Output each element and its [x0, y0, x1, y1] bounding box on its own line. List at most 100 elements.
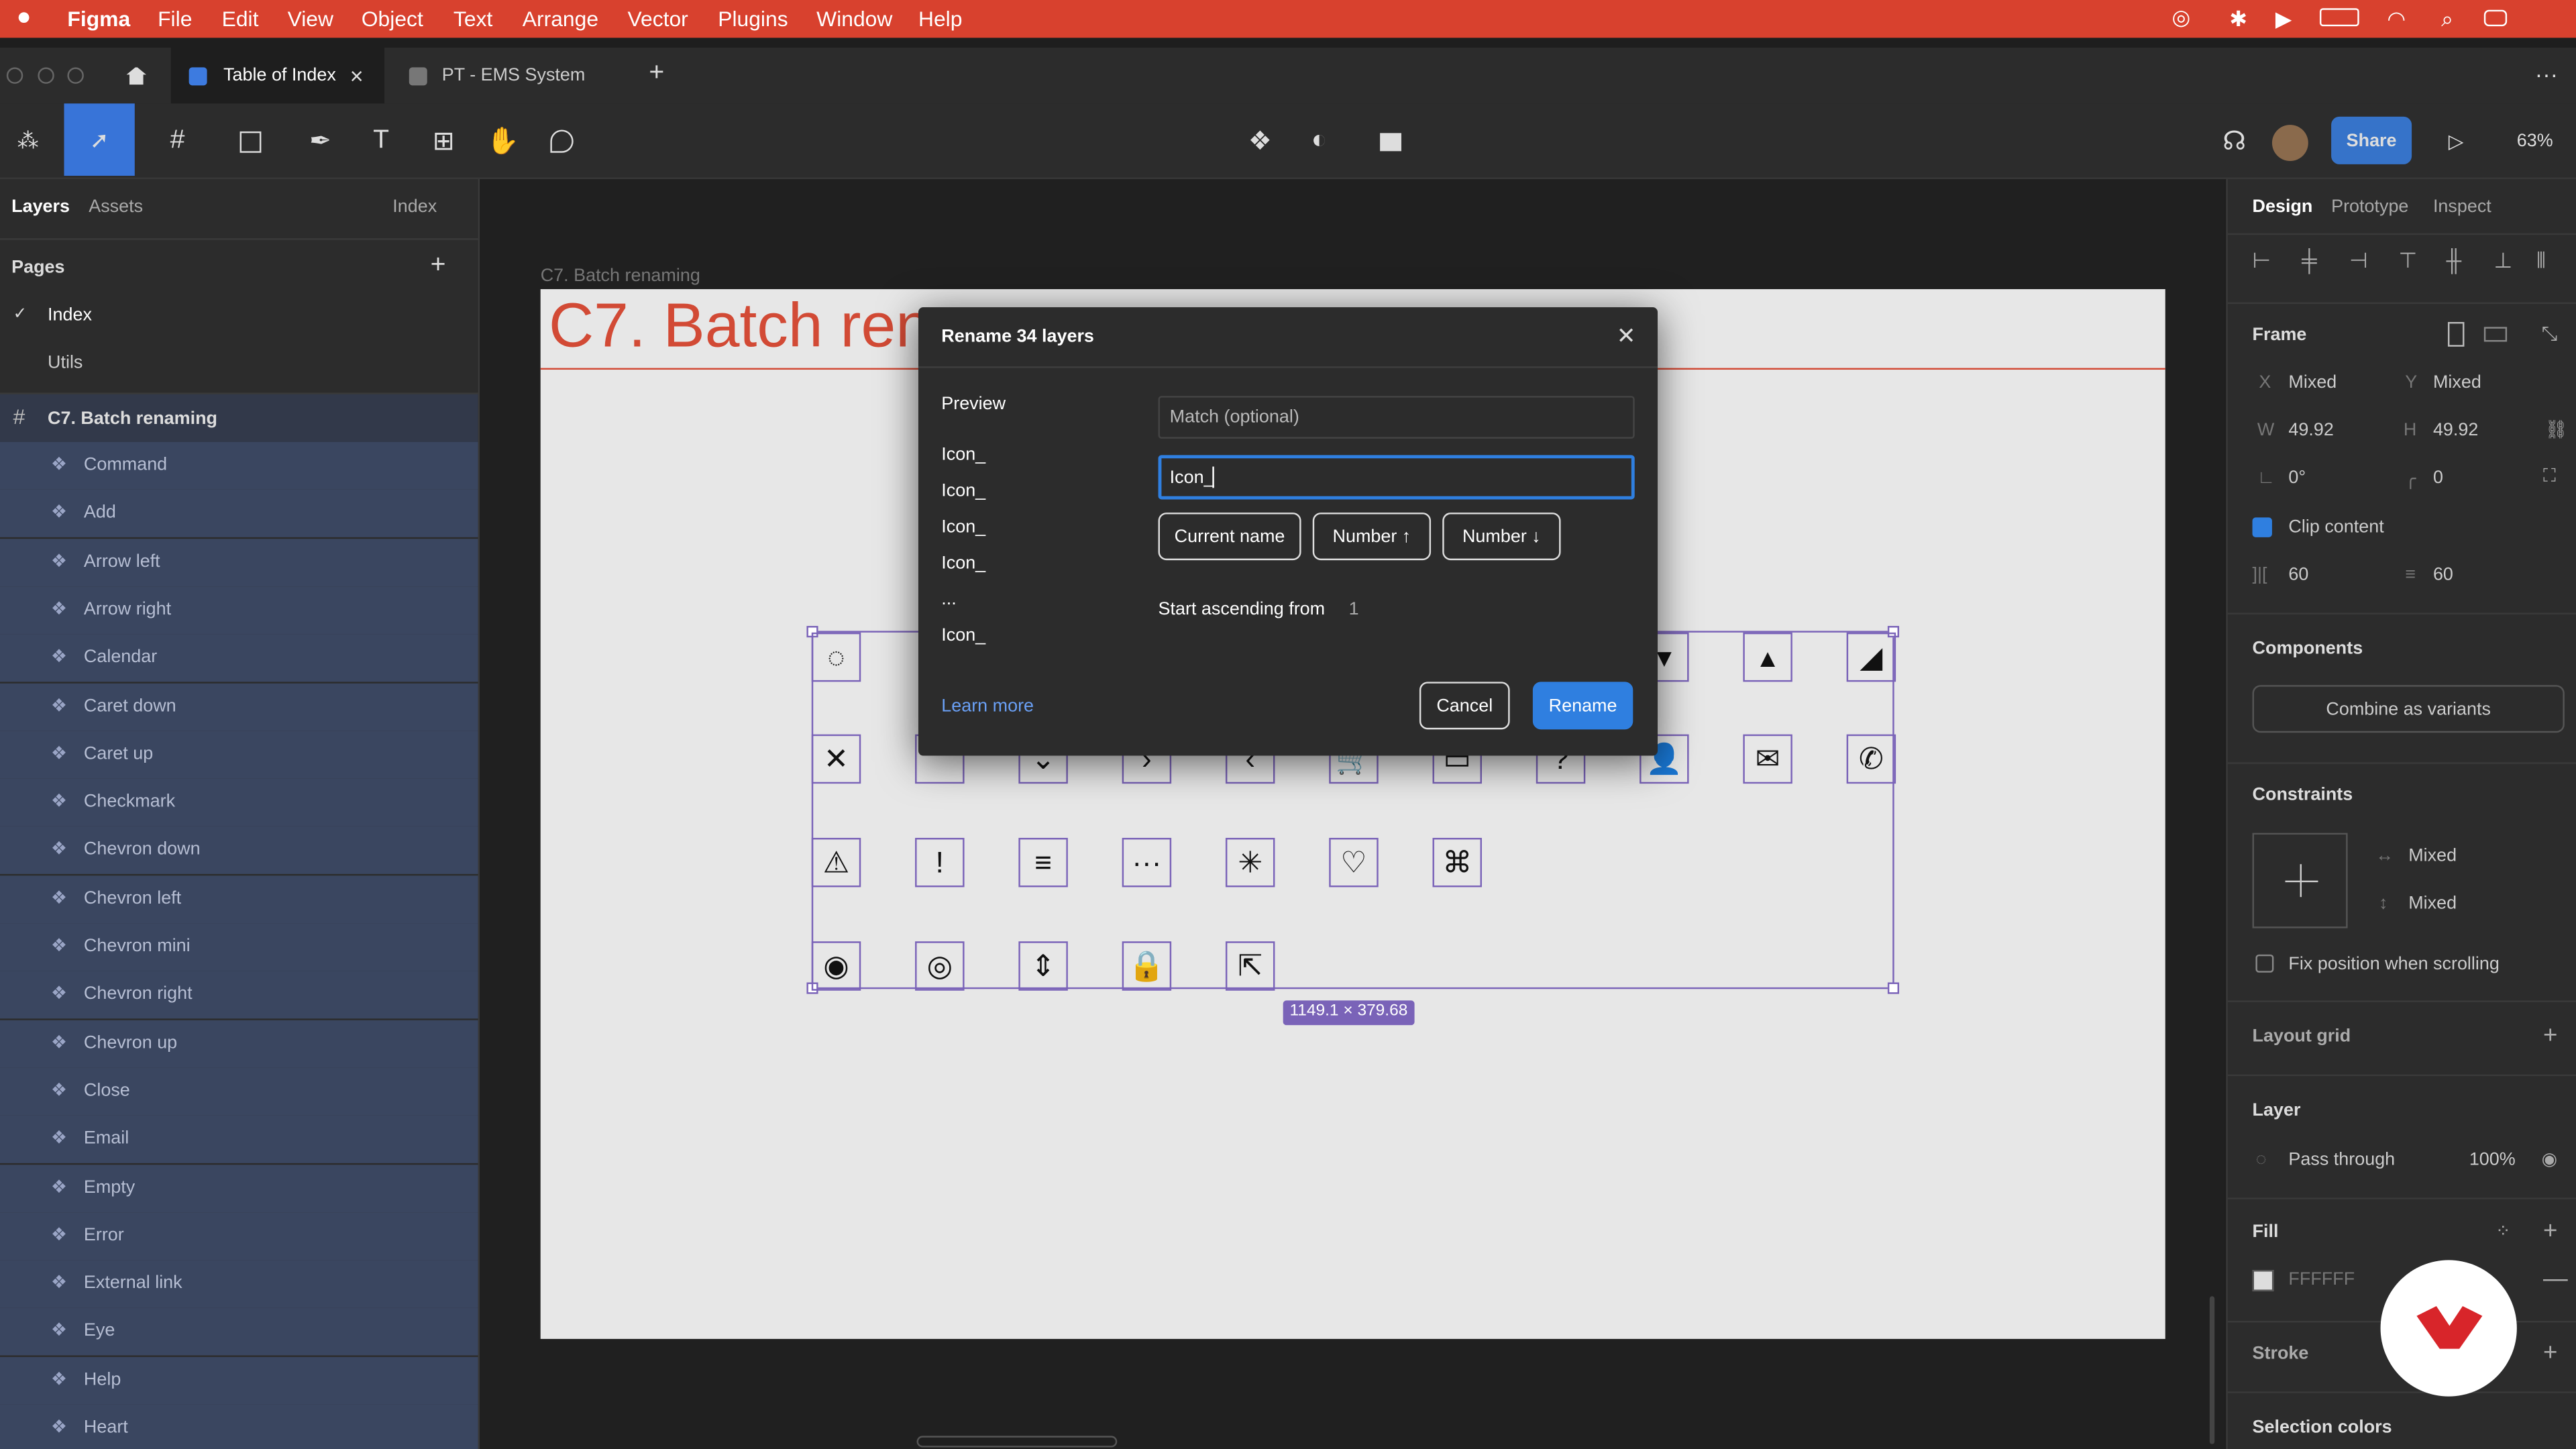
menu-help[interactable]: Help	[918, 7, 963, 32]
icon-component[interactable]: ✉	[1743, 734, 1792, 784]
menu-object[interactable]: Object	[362, 7, 423, 32]
align-left-icon[interactable]: ⊢	[2253, 248, 2271, 274]
rename-input[interactable]: Icon_	[1158, 455, 1635, 500]
page-item-index[interactable]: ✓ Index	[0, 296, 478, 335]
icon-component[interactable]: ◢	[1846, 632, 1896, 682]
fill-swatch[interactable]	[2252, 1270, 2274, 1291]
selection-handle[interactable]	[1887, 982, 1900, 994]
resize-to-fit-icon[interactable]: ⤡	[2542, 322, 2558, 347]
tabs-more-button[interactable]: ···	[2535, 61, 2558, 87]
tab-table-of-index[interactable]: Table of Index ×	[170, 48, 385, 104]
horizontal-constraint-value[interactable]: Mixed	[2408, 846, 2457, 865]
layer-row[interactable]: ❖ Chevron up	[0, 1019, 478, 1067]
layer-row[interactable]: ❖ Chevron down	[0, 826, 478, 875]
layer-row[interactable]: ❖ Eye	[0, 1308, 478, 1356]
icon-component[interactable]: !	[915, 837, 965, 888]
tab-design[interactable]: Design	[2253, 197, 2313, 217]
y-value[interactable]: Mixed	[2433, 373, 2481, 392]
tab-layers[interactable]: Layers	[11, 197, 70, 217]
tab-assets[interactable]: Assets	[89, 197, 143, 217]
layer-row[interactable]: ❖ Empty	[0, 1164, 478, 1212]
rename-button[interactable]: Rename	[1532, 682, 1633, 730]
menu-arrange[interactable]: Arrange	[523, 7, 598, 32]
independent-corners-icon[interactable]: ⛶	[2543, 467, 2556, 488]
layer-row[interactable]: ❖ Command	[0, 441, 478, 490]
align-right-icon[interactable]: ⊣	[2349, 248, 2368, 274]
layer-row[interactable]: ❖ Caret up	[0, 731, 478, 779]
apple-icon[interactable]: ●	[16, 3, 31, 32]
distribute-icon[interactable]: ⫴	[2536, 248, 2545, 274]
present-button[interactable]: ▷	[2438, 123, 2474, 160]
clip-content-checkbox[interactable]	[2252, 517, 2272, 537]
number-descending-button[interactable]: Number ↓	[1442, 513, 1561, 561]
menu-file[interactable]: File	[158, 7, 192, 32]
align-center-h-icon[interactable]: ╪	[2302, 248, 2317, 273]
constraints-widget[interactable]	[2252, 833, 2348, 928]
icon-component[interactable]: ···	[1122, 837, 1172, 888]
icon-component[interactable]: ⇱	[1225, 941, 1275, 991]
pen-tool[interactable]: ✒	[294, 123, 346, 160]
vertical-scrollbar[interactable]	[2209, 1296, 2215, 1444]
create-component-button[interactable]: ❖	[1242, 123, 1278, 160]
icon-component[interactable]: ◎	[915, 941, 965, 991]
zoom-menu[interactable]: 63%	[2502, 123, 2568, 160]
menu-plugins[interactable]: Plugins	[718, 7, 788, 32]
control-center-icon[interactable]	[2483, 9, 2508, 27]
layer-row[interactable]: ❖ Arrow right	[0, 586, 478, 635]
icon-component[interactable]: ⇕	[1018, 941, 1068, 991]
icon-component[interactable]: ⚠	[811, 837, 861, 888]
rotation-value[interactable]: 0°	[2288, 468, 2306, 488]
icon-component[interactable]: ◉	[811, 941, 861, 991]
learn-more-link[interactable]: Learn more	[941, 696, 1034, 716]
play-status-icon[interactable]: ▶	[2275, 7, 2292, 33]
vertical-gap-value[interactable]: 60	[2433, 565, 2453, 584]
share-button[interactable]: Share	[2331, 116, 2412, 164]
layer-row[interactable]: ❖ Error	[0, 1212, 478, 1260]
combine-as-variants-button[interactable]: Combine as variants	[2252, 685, 2565, 733]
horizontal-gap-value[interactable]: 60	[2288, 565, 2308, 584]
layer-row[interactable]: ❖ Calendar	[0, 634, 478, 682]
current-name-button[interactable]: Current name	[1158, 513, 1301, 561]
layer-row[interactable]: ❖ External link	[0, 1260, 478, 1308]
home-button[interactable]	[107, 48, 166, 103]
add-layout-grid-icon[interactable]: +	[2543, 1022, 2557, 1050]
align-top-icon[interactable]: ⊤	[2399, 248, 2418, 274]
comment-tool[interactable]	[544, 123, 580, 160]
blend-mode-value[interactable]: Pass through	[2288, 1150, 2395, 1169]
fill-hex-value[interactable]: FFFFFF	[2288, 1270, 2355, 1289]
icon-component[interactable]: 🔒	[1122, 941, 1172, 991]
bluetooth-icon[interactable]: ✱	[2229, 7, 2247, 33]
landscape-icon[interactable]	[2483, 327, 2508, 342]
fill-styles-icon[interactable]: ⁘	[2496, 1221, 2511, 1242]
creative-cloud-icon[interactable]: ◎	[2172, 5, 2191, 31]
horizontal-scrollbar[interactable]	[916, 1436, 1118, 1448]
icon-component[interactable]: ✳	[1225, 837, 1275, 888]
layer-row[interactable]: ❖ Email	[0, 1116, 478, 1164]
boolean-ops-button[interactable]	[1364, 123, 1416, 160]
page-item-utils[interactable]: Utils	[0, 343, 478, 383]
x-value[interactable]: Mixed	[2288, 373, 2337, 392]
window-zoom-button[interactable]	[67, 67, 84, 84]
frame-label[interactable]: C7. Batch renaming	[541, 266, 700, 286]
h-value[interactable]: 49.92	[2433, 421, 2478, 440]
hand-tool[interactable]: ✋	[484, 123, 521, 160]
vertical-constraint-value[interactable]: Mixed	[2408, 894, 2457, 913]
main-menu-button[interactable]: ⁂	[7, 123, 50, 160]
icon-component[interactable]: ▴	[1743, 632, 1792, 682]
page-selector[interactable]: Index	[392, 197, 437, 217]
new-tab-button[interactable]: +	[649, 59, 664, 89]
layer-row[interactable]: ❖ Chevron right	[0, 971, 478, 1020]
window-close-button[interactable]	[6, 67, 23, 84]
visibility-eye-icon[interactable]: ◉	[2542, 1148, 2558, 1169]
tab-close-icon[interactable]: ×	[350, 62, 364, 89]
icon-component[interactable]: ✆	[1846, 734, 1896, 784]
radius-value[interactable]: 0	[2433, 468, 2443, 488]
layer-row[interactable]: ❖ Heart	[0, 1404, 478, 1449]
tab-pt-ems-system[interactable]: PT - EMS System	[388, 48, 634, 103]
headphones-button[interactable]: ☊	[2216, 123, 2253, 160]
battery-icon[interactable]	[2319, 8, 2359, 27]
icon-component[interactable]: ♡	[1329, 837, 1379, 888]
layer-row[interactable]: ❖ Chevron left	[0, 875, 478, 923]
frame-tool[interactable]: #	[151, 123, 203, 160]
menu-vector[interactable]: Vector	[628, 7, 688, 32]
